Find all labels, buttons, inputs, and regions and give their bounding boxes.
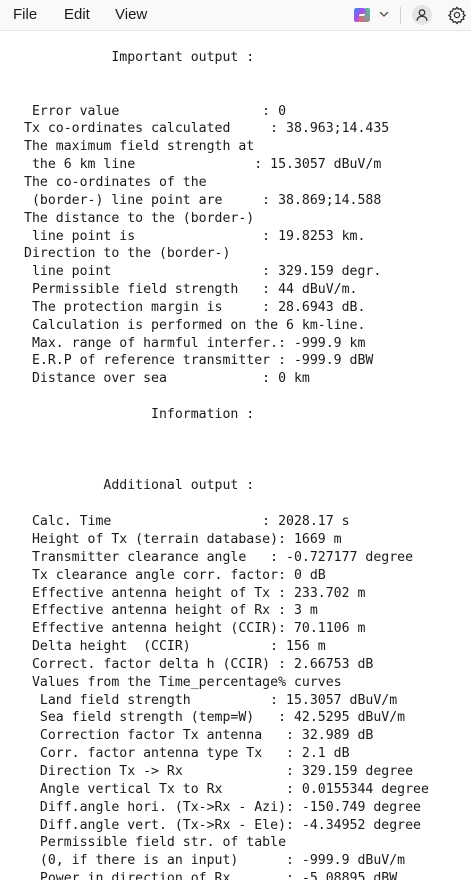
output-line: Calculation is performed on the 6 km-lin… <box>24 317 366 333</box>
output-line: The maximum field strength at <box>24 139 255 155</box>
output-line: Distance over sea : 0 km <box>24 371 310 387</box>
output-line: (border-) line point are : 38.869;14.588 <box>24 192 382 208</box>
output-line: Values from the Time_percentage% curves <box>24 674 342 690</box>
output-line: Tx co-ordinates calculated : 38.963;14.4… <box>24 121 390 137</box>
output-line: Effective antenna height (CCIR): 70.1106… <box>24 621 366 637</box>
output-line: Angle vertical Tx to Rx : 0.0155344 degr… <box>24 781 429 797</box>
output-line: Delta height (CCIR) : 156 m <box>24 639 326 655</box>
gear-icon[interactable] <box>447 5 467 25</box>
output-line: line point is : 19.8253 km. <box>24 228 366 244</box>
menu-file[interactable]: File <box>13 6 37 23</box>
output-line: Permissible field str. of table <box>24 835 287 851</box>
menu-view[interactable]: View <box>115 6 147 23</box>
toolbar-divider <box>400 7 401 24</box>
output-line: Effective antenna height of Rx : 3 m <box>24 603 318 619</box>
output-line: E.R.P of reference transmitter : -999.9 … <box>24 353 374 369</box>
output-line: Information : <box>24 407 255 422</box>
output-line: Diff.angle hori. (Tx->Rx - Azi): -150.74… <box>24 799 421 815</box>
output-line: Height of Tx (terrain database): 1669 m <box>24 531 342 547</box>
output-line: Diff.angle vert. (Tx->Rx - Ele): -4.3495… <box>24 817 421 833</box>
output-line: Permissible field strength : 44 dBuV/m. <box>24 282 358 298</box>
chevron-down-icon[interactable] <box>378 8 390 20</box>
output-line: the 6 km line : 15.3057 dBuV/m <box>24 157 382 173</box>
output-line: Max. range of harmful interfer.: -999.9 … <box>24 335 366 351</box>
output-line: Transmitter clearance angle : -0.727177 … <box>24 549 414 565</box>
output-line: Corr. factor antenna type Tx : 2.1 dB <box>24 746 350 762</box>
output-line: Direction Tx -> Rx : 329.159 degree <box>24 764 414 779</box>
output-line: Correction factor Tx antenna : 32.989 dB <box>24 728 374 744</box>
output-line: Power in direction of Rx : -5.08895 dBW <box>24 871 398 880</box>
output-line: (0, if there is an input) : -999.9 dBuV/… <box>24 853 406 869</box>
output-line: Tx clearance angle corr. factor: 0 dB <box>24 567 326 583</box>
output-line: Important output : <box>24 50 255 65</box>
output-line: The protection margin is : 28.6943 dB. <box>24 299 366 315</box>
account-icon[interactable] <box>412 5 432 25</box>
output-line: Correct. factor delta h (CCIR) : 2.66753… <box>24 656 374 672</box>
output-line: Direction to the (border-) <box>24 246 231 262</box>
copilot-icon[interactable] <box>352 5 372 25</box>
output-text-area[interactable]: Important output : Error value : 0 Tx co-… <box>0 31 471 880</box>
menu-edit[interactable]: Edit <box>64 6 90 23</box>
output-line: The distance to the (border-) <box>24 210 255 226</box>
output-line: The co-ordinates of the <box>24 174 207 190</box>
output-line: Sea field strength (temp=W) : 42.5295 dB… <box>24 710 406 726</box>
output-line: line point : 329.159 degr. <box>24 264 382 280</box>
output-line: Additional output : <box>24 478 255 494</box>
output-line: Calc. Time : 2028.17 s <box>24 514 350 530</box>
output-line: Land field strength : 15.3057 dBuV/m <box>24 692 398 708</box>
output-line: Effective antenna height of Tx : 233.702… <box>24 585 366 601</box>
output-line: Error value : 0 <box>24 103 287 119</box>
menu-bar: File Edit View <box>0 0 471 31</box>
